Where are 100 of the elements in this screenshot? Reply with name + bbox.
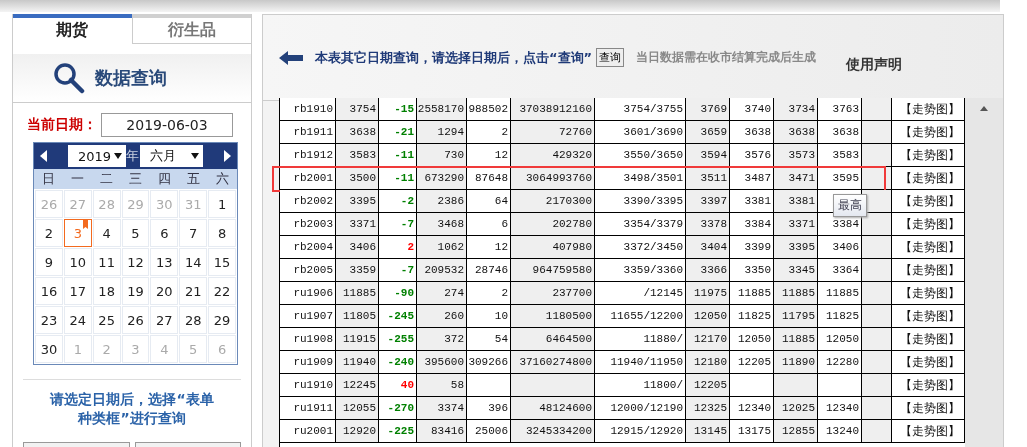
- table-cell: 72760: [511, 121, 595, 143]
- dropdown-arrow-icon: [114, 153, 122, 160]
- table-cell: 730: [417, 144, 467, 166]
- year-select[interactable]: 2019: [68, 145, 126, 168]
- calendar-day[interactable]: 18: [92, 277, 121, 306]
- table-cell: 11890: [774, 351, 818, 373]
- calendar-day[interactable]: 28: [179, 306, 208, 335]
- table-cell: 12050: [686, 305, 730, 327]
- tab[interactable]: 衍生品: [131, 14, 251, 44]
- calendar-day[interactable]: 20: [150, 277, 179, 306]
- calendar-day[interactable]: 14: [179, 248, 208, 277]
- table-cell: 407980: [511, 236, 595, 258]
- table-cell: 37160274800: [511, 351, 595, 373]
- table-cell: 12205: [686, 374, 730, 396]
- table-cell: 3378: [686, 213, 730, 235]
- table-cell: 3754: [336, 98, 379, 120]
- search-icon: [53, 61, 85, 94]
- table-cell: 11885: [774, 282, 818, 304]
- table-cell: 3734: [774, 98, 818, 120]
- calendar-day[interactable]: 2: [35, 219, 63, 248]
- calendar-day[interactable]: 22: [208, 277, 236, 306]
- weekday-label: 六: [215, 170, 230, 189]
- calendar-day[interactable]: 21: [179, 277, 208, 306]
- calendar-day[interactable]: 29: [208, 306, 236, 335]
- table-cell: 309266: [467, 351, 511, 373]
- calendar-day[interactable]: 17: [63, 277, 92, 306]
- table-cell: 3471: [774, 167, 818, 189]
- date-field[interactable]: 2019-06-03: [101, 113, 233, 138]
- calendar-day[interactable]: 12: [121, 248, 150, 277]
- calendar-day[interactable]: 11: [92, 248, 121, 277]
- section-title: 数据查询: [95, 65, 167, 90]
- next-icon[interactable]: [223, 150, 231, 163]
- calendar-day[interactable]: 9: [35, 248, 63, 277]
- calendar-day[interactable]: 10: [63, 248, 92, 277]
- table-cell: 372: [417, 328, 467, 350]
- table-cell: 11915: [336, 328, 379, 350]
- calendar-day[interactable]: 1: [208, 190, 236, 219]
- table-cell: 3371: [774, 213, 818, 235]
- calendar-day[interactable]: 5: [121, 219, 150, 248]
- table-cell: 12920: [336, 420, 379, 442]
- calendar-day[interactable]: 7: [179, 219, 208, 248]
- disclaimer-link[interactable]: 使用声明: [846, 55, 903, 74]
- weekday-label: 一: [70, 170, 85, 189]
- calendar-day[interactable]: 24: [63, 306, 92, 335]
- table-cell: 58: [417, 374, 467, 396]
- hint-text: 当日数据需在收市结算完成后生成: [636, 49, 817, 66]
- query-button[interactable]: 查询: [596, 48, 625, 67]
- table-cell: 202780: [511, 213, 595, 235]
- table-cell: 3404: [686, 236, 730, 258]
- table-cell: 3345: [774, 259, 818, 281]
- table-cell: 2170300: [511, 190, 595, 212]
- table-cell: 1180500: [511, 305, 595, 327]
- calendar-day[interactable]: 16: [35, 277, 63, 306]
- table-cell: 3573: [774, 144, 818, 166]
- table-cell: 12325: [686, 397, 730, 419]
- previous-icon[interactable]: [40, 150, 48, 163]
- calendar-day[interactable]: 13: [150, 248, 179, 277]
- table-cell: 3395: [774, 236, 818, 258]
- table-cell: 429320: [511, 144, 595, 166]
- table-cell: 64: [467, 190, 511, 212]
- table-cell: 3245334200: [511, 420, 595, 442]
- table-cell: 3583: [336, 144, 379, 166]
- table-cell: 3406: [336, 236, 379, 258]
- table-cell: 12180: [686, 351, 730, 373]
- scroll-up-icon[interactable]: [980, 106, 988, 111]
- table-cell: 3638: [774, 121, 818, 143]
- calendar-day[interactable]: 26: [121, 306, 150, 335]
- table-cell: 12855: [774, 420, 818, 442]
- table-cell: rb2002: [280, 190, 336, 212]
- calendar-day[interactable]: 15: [208, 248, 236, 277]
- table-cell: 988502: [467, 98, 511, 120]
- table-cell: 3359: [336, 259, 379, 281]
- calendar-day[interactable]: 25: [92, 306, 121, 335]
- table-cell: 3371: [336, 213, 379, 235]
- table-cell: 209532: [417, 259, 467, 281]
- month-select[interactable]: 六月: [140, 145, 203, 168]
- table-cell: 6464500: [511, 328, 595, 350]
- calendar-day[interactable]: 8: [208, 219, 236, 248]
- table-cell: 3395: [336, 190, 379, 212]
- table-cell: 260: [417, 305, 467, 327]
- calendar-day[interactable]: 4: [92, 219, 121, 248]
- calendar-day[interactable]: 19: [121, 277, 150, 306]
- table-cell: 12170: [686, 328, 730, 350]
- table-cell: 48124600: [511, 397, 595, 419]
- table-cell: 1294: [417, 121, 467, 143]
- calendar-day[interactable]: 27: [150, 306, 179, 335]
- weekday-label: 三: [128, 170, 143, 189]
- table-cell: 3659: [686, 121, 730, 143]
- calendar-day[interactable]: 30: [35, 335, 63, 364]
- calendar-day[interactable]: 6: [150, 219, 179, 248]
- table-cell: 37038912160: [511, 98, 595, 120]
- table-cell: 11885: [336, 282, 379, 304]
- weekday-label: 日: [41, 170, 56, 189]
- tooltip: 最高: [833, 194, 867, 217]
- table-cell: 11975: [686, 282, 730, 304]
- table-cell: 3366: [686, 259, 730, 281]
- year-label: 年: [126, 147, 140, 166]
- weekday-label: 二: [99, 170, 114, 189]
- calendar-day[interactable]: 23: [35, 306, 63, 335]
- table-cell: 3769: [686, 98, 730, 120]
